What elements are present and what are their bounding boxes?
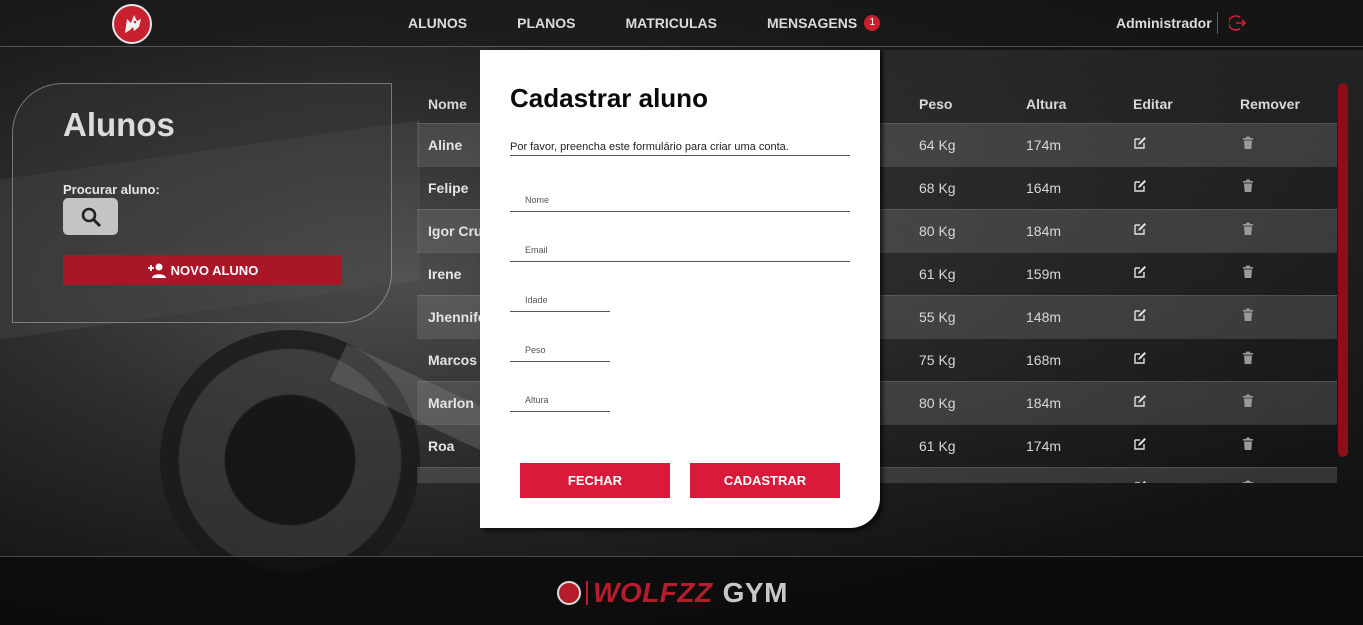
cell-height: 184m xyxy=(1026,395,1062,411)
modal-subtitle: Por favor, preencha este formulário para… xyxy=(510,141,850,156)
cell-weight: 61 Kg xyxy=(919,438,956,454)
footer-wolf-icon xyxy=(557,581,581,605)
new-student-button[interactable]: NOVO ALUNO xyxy=(63,255,342,285)
main-nav: ALUNOS PLANOS MATRICULAS MENSAGENS 1 xyxy=(408,15,930,31)
nav-alunos[interactable]: ALUNOS xyxy=(408,15,467,31)
footer-brand-gym: GYM xyxy=(722,577,788,608)
top-navbar: ALUNOS PLANOS MATRICULAS MENSAGENS 1 Admi… xyxy=(0,0,1363,47)
students-panel: Alunos Procurar aluno: NOVO ALUNO xyxy=(12,83,392,323)
cell-height: 168m xyxy=(1026,352,1062,368)
cell-name: Aline xyxy=(428,137,463,153)
cell-weight: 64 Kg xyxy=(919,137,956,153)
cell-weight: 61 Kg xyxy=(919,266,956,282)
search-button[interactable] xyxy=(63,198,118,235)
search-icon xyxy=(81,207,101,227)
nav-mensagens[interactable]: MENSAGENS 1 xyxy=(766,15,881,31)
nav-matriculas[interactable]: MATRICULAS xyxy=(625,15,717,31)
footer-logo: WOLFZZ GYM xyxy=(557,577,788,609)
footer-logo-divider xyxy=(586,581,588,605)
register-button[interactable]: CADASTRAR xyxy=(690,463,840,498)
cell-weight: 80 Kg xyxy=(919,395,956,411)
trash-icon[interactable] xyxy=(1241,480,1255,483)
header-divider xyxy=(1217,12,1218,34)
trash-icon[interactable] xyxy=(1241,308,1255,322)
cell-name: Igor Cru xyxy=(428,223,483,239)
background-photo-plate xyxy=(160,330,420,590)
nav-planos[interactable]: PLANOS xyxy=(517,15,575,31)
col-header-name[interactable]: Nome xyxy=(428,96,467,112)
nav-planos-label: PLANOS xyxy=(517,15,576,31)
cell-weight: 80 Kg xyxy=(919,223,956,239)
height-field[interactable] xyxy=(510,386,610,411)
col-header-weight[interactable]: Peso xyxy=(919,96,952,112)
edit-icon[interactable] xyxy=(1133,480,1147,483)
cell-name: Jhennife xyxy=(428,309,486,325)
nav-matriculas-label: MATRICULAS xyxy=(625,15,717,31)
cell-height: 184m xyxy=(1026,223,1062,239)
user-name[interactable]: Administrador xyxy=(1116,15,1212,31)
cell-weight: 55 Kg xyxy=(919,309,956,325)
messages-count-badge: 1 xyxy=(864,15,881,31)
height-field-wrapper xyxy=(510,386,610,412)
cell-name: Roa xyxy=(428,438,455,454)
trash-icon[interactable] xyxy=(1241,265,1255,279)
edit-icon[interactable] xyxy=(1133,222,1147,236)
cell-height: 174m xyxy=(1026,137,1062,153)
trash-icon[interactable] xyxy=(1241,222,1255,236)
footer-brand-wolfzz: WOLFZZ xyxy=(593,577,713,608)
weight-field-wrapper xyxy=(510,336,610,362)
search-label: Procurar aluno: xyxy=(63,182,160,197)
cell-height: 174m xyxy=(1026,438,1062,454)
cell-height: 164m xyxy=(1026,180,1062,196)
cell-name: Irene xyxy=(428,266,462,282)
register-student-modal: Cadastrar aluno Por favor, preencha este… xyxy=(480,50,880,528)
weight-field[interactable] xyxy=(510,336,610,361)
col-header-height[interactable]: Altura xyxy=(1026,96,1066,112)
add-user-icon xyxy=(147,263,166,278)
nav-mensagens-label: MENSAGENS xyxy=(766,15,858,31)
edit-icon[interactable] xyxy=(1133,437,1147,451)
name-field[interactable] xyxy=(510,186,850,211)
logout-icon[interactable] xyxy=(1227,14,1247,32)
edit-icon[interactable] xyxy=(1133,351,1147,365)
trash-icon[interactable] xyxy=(1241,437,1255,451)
edit-icon[interactable] xyxy=(1133,136,1147,150)
page-title: Alunos xyxy=(63,106,175,143)
trash-icon[interactable] xyxy=(1241,351,1255,365)
col-header-edit: Editar xyxy=(1133,96,1173,112)
cell-name: Marcos xyxy=(428,352,478,368)
cell-height: 159m xyxy=(1026,266,1062,282)
cell-height: 148m xyxy=(1026,309,1062,325)
age-field-wrapper xyxy=(510,286,610,312)
edit-icon[interactable] xyxy=(1133,308,1147,322)
age-field[interactable] xyxy=(510,286,610,311)
wolf-logo-icon[interactable] xyxy=(112,4,152,44)
trash-icon[interactable] xyxy=(1241,179,1255,193)
modal-title: Cadastrar aluno xyxy=(510,83,708,113)
edit-icon[interactable] xyxy=(1133,265,1147,279)
cell-weight: 75 Kg xyxy=(919,352,956,368)
close-button[interactable]: FECHAR xyxy=(520,463,670,498)
trash-icon[interactable] xyxy=(1241,136,1255,150)
nav-alunos-label: ALUNOS xyxy=(408,15,468,31)
edit-icon[interactable] xyxy=(1133,179,1147,193)
edit-icon[interactable] xyxy=(1133,394,1147,408)
email-field[interactable] xyxy=(510,236,850,261)
cell-name: Marlon xyxy=(428,395,474,411)
footer: WOLFZZ GYM xyxy=(0,556,1363,625)
trash-icon[interactable] xyxy=(1241,394,1255,408)
cell-weight: 68 Kg xyxy=(919,180,956,196)
col-header-remove: Remover xyxy=(1240,96,1300,112)
new-student-label: NOVO ALUNO xyxy=(170,262,259,278)
name-field-wrapper xyxy=(510,186,850,212)
table-scrollbar[interactable] xyxy=(1338,83,1348,457)
cell-name: Felipe xyxy=(428,180,469,196)
email-field-wrapper xyxy=(510,236,850,262)
